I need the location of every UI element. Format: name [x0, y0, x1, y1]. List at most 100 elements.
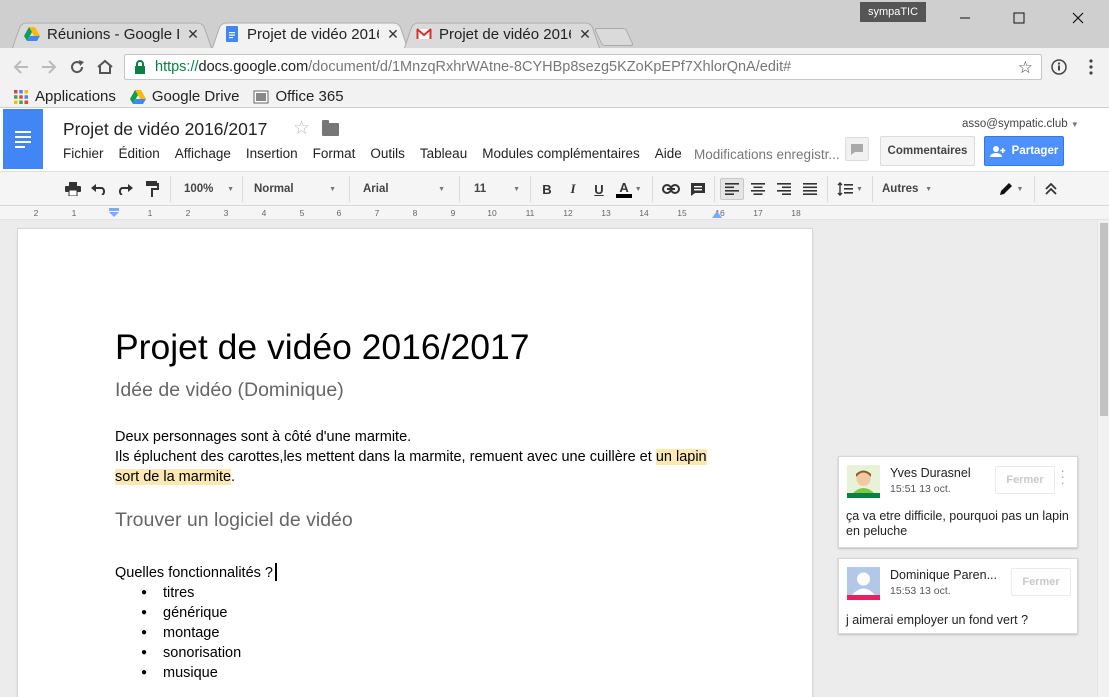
- reload-icon: [71, 60, 84, 74]
- lock-icon: [135, 60, 145, 74]
- doc-question[interactable]: Quelles fonctionnalités ?: [115, 563, 277, 581]
- redo-button[interactable]: [114, 178, 136, 200]
- home-button[interactable]: [94, 56, 116, 78]
- minimize-button[interactable]: [942, 0, 988, 36]
- text-color-button[interactable]: A ▼: [612, 178, 646, 200]
- chevron-down-icon: ▼: [1070, 120, 1079, 129]
- italic-button[interactable]: I: [562, 178, 584, 200]
- bold-button[interactable]: B: [536, 178, 558, 200]
- menu-outils[interactable]: Outils: [370, 146, 405, 161]
- menu-tableau[interactable]: Tableau: [420, 146, 467, 161]
- commented-text[interactable]: un lapin: [655, 449, 707, 465]
- comments-button[interactable]: Commentaires: [880, 136, 975, 166]
- office-icon: [253, 90, 269, 103]
- underline-button[interactable]: U: [588, 178, 610, 200]
- formatting-toolbar: 100% ▼ Normal ▼ Arial ▼ 11 ▼ B I U A ▼ ▼ Autr…: [0, 171, 1109, 206]
- star-icon[interactable]: ☆: [293, 117, 310, 140]
- doc-heading-logiciel[interactable]: Trouver un logiciel de vidéo: [115, 509, 353, 532]
- align-center-button[interactable]: [747, 178, 769, 200]
- back-button[interactable]: [10, 56, 32, 78]
- add-comment-icon: [691, 182, 705, 196]
- font-size-select[interactable]: 11 ▼: [470, 178, 524, 200]
- right-indent-marker-icon[interactable]: [711, 209, 723, 219]
- menu-affichage[interactable]: Affichage: [175, 146, 231, 161]
- font-value: Arial: [363, 183, 389, 195]
- reload-button[interactable]: [66, 56, 88, 78]
- ruler-label: 11: [525, 208, 535, 218]
- tab-reunions[interactable]: Réunions - Google D ✕: [12, 20, 212, 48]
- zoom-select[interactable]: 100% ▼: [180, 178, 238, 200]
- more-tools-select[interactable]: Autres ▼: [878, 178, 936, 200]
- extension-button[interactable]: [1048, 56, 1070, 78]
- align-justify-icon: [803, 183, 817, 195]
- chevron-down-icon: ▼: [227, 185, 234, 193]
- share-button[interactable]: Partager: [984, 136, 1064, 166]
- menu-insertion[interactable]: Insertion: [246, 146, 298, 161]
- document-title[interactable]: Projet de vidéo 2016/2017: [63, 119, 267, 140]
- doc-heading-idee[interactable]: Idée de vidéo (Dominique): [115, 379, 344, 402]
- doc-bullet-list[interactable]: titres générique montage sonorisation mu…: [141, 583, 241, 683]
- maximize-button[interactable]: [996, 0, 1042, 36]
- insert-comment-button[interactable]: [687, 178, 709, 200]
- paint-roller-icon: [146, 181, 159, 197]
- paint-format-button[interactable]: [141, 178, 163, 200]
- bookmark-label: Office 365: [275, 88, 344, 105]
- address-bar[interactable]: https://docs.google.com/document/d/1Mnzq…: [124, 54, 1042, 80]
- align-center-icon: [751, 183, 765, 195]
- bookmark-label: Applications: [35, 88, 116, 105]
- font-select[interactable]: Arial ▼: [359, 178, 449, 200]
- scrollbar-thumb[interactable]: [1100, 223, 1108, 416]
- align-justify-button[interactable]: [799, 178, 821, 200]
- tab-projet-docs[interactable]: Projet de vidéo 2016 ✕: [212, 20, 408, 48]
- close-window-button[interactable]: [1055, 0, 1101, 36]
- collapse-toolbar-button[interactable]: [1040, 178, 1062, 200]
- bookmark-office-365[interactable]: Office 365: [253, 88, 344, 105]
- document-page[interactable]: Projet de vidéo 2016/2017 Idée de vidéo …: [18, 229, 812, 697]
- insert-link-button[interactable]: [660, 178, 682, 200]
- comment-card[interactable]: Yves Durasnel 15:51 13 oct. Fermer · · · ç…: [838, 456, 1078, 548]
- save-status[interactable]: Modifications enregistr...: [694, 147, 840, 162]
- arrow-left-icon: [13, 60, 28, 74]
- menu-aide[interactable]: Aide: [655, 146, 682, 161]
- commented-text[interactable]: sort de la marmite: [115, 469, 232, 485]
- folder-icon[interactable]: [322, 120, 339, 136]
- double-chevron-up-icon: [1045, 183, 1057, 195]
- comment-history-button[interactable]: [845, 137, 869, 161]
- print-button[interactable]: [62, 178, 84, 200]
- undo-button[interactable]: [88, 178, 110, 200]
- doc-paragraph[interactable]: Deux personnages sont à côté d'une marmi…: [115, 427, 707, 487]
- scrollbar[interactable]: [1097, 220, 1109, 697]
- chevron-down-icon: ▼: [925, 185, 932, 193]
- left-indent-marker-icon[interactable]: [108, 207, 120, 219]
- line-spacing-button[interactable]: ▼: [833, 178, 867, 200]
- menu-edition[interactable]: Édition: [119, 146, 160, 161]
- comment-time: 15:53 13 oct.: [890, 585, 951, 597]
- bookmark-applications[interactable]: Applications: [13, 88, 116, 105]
- ruler-label: 3: [223, 208, 229, 218]
- editing-mode-button[interactable]: ▼: [994, 178, 1028, 200]
- resolve-button[interactable]: Fermer: [995, 466, 1055, 494]
- style-select[interactable]: Normal ▼: [250, 178, 340, 200]
- forward-button[interactable]: [38, 56, 60, 78]
- pencil-icon: [999, 183, 1012, 195]
- account-menu[interactable]: asso@sympatic.club ▼: [962, 118, 1079, 130]
- menu-fichier[interactable]: Fichier: [63, 146, 104, 161]
- resolve-button[interactable]: Fermer: [1011, 568, 1071, 596]
- bookmark-star-icon[interactable]: ☆: [1018, 58, 1033, 78]
- chrome-menu-button[interactable]: [1080, 56, 1102, 78]
- doc-title-heading[interactable]: Projet de vidéo 2016/2017: [115, 327, 530, 368]
- tab-projet-gmail[interactable]: Projet de vidéo 2016 ✕: [404, 20, 600, 48]
- comment-card[interactable]: Dominique Paren... 15:53 13 oct. Fermer …: [838, 558, 1078, 634]
- profile-badge[interactable]: sympaTIC: [860, 2, 926, 22]
- more-vertical-icon[interactable]: · · ·: [1060, 463, 1065, 489]
- menu-format[interactable]: Format: [313, 146, 356, 161]
- ruler[interactable]: 2 1 1 2 3 4 5 6 7 8 9 10 11 12 13 14 15 …: [0, 206, 1109, 220]
- docs-home-icon[interactable]: [3, 109, 43, 169]
- align-left-button[interactable]: [720, 178, 744, 200]
- close-icon[interactable]: ✕: [577, 26, 593, 43]
- close-icon[interactable]: ✕: [385, 26, 401, 43]
- close-icon[interactable]: ✕: [185, 26, 201, 43]
- align-right-button[interactable]: [773, 178, 795, 200]
- menu-modules[interactable]: Modules complémentaires: [482, 146, 640, 161]
- bookmark-google-drive[interactable]: Google Drive: [129, 88, 239, 105]
